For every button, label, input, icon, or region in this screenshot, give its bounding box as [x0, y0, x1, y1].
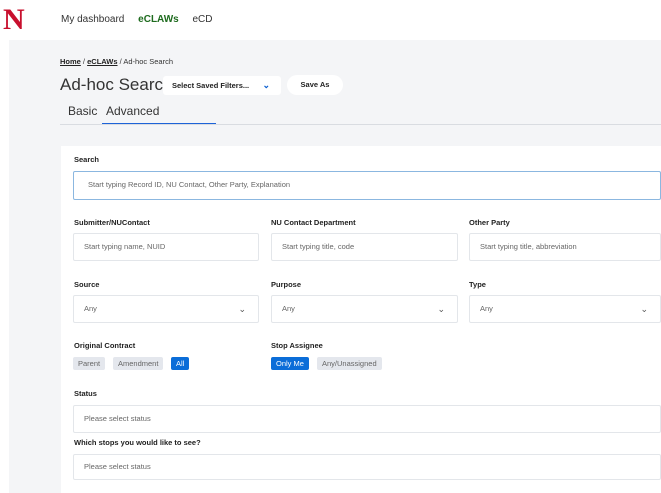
chevron-down-icon: ⌄: [238, 304, 246, 314]
breadcrumb-home[interactable]: Home: [60, 57, 81, 66]
original-contract-label: Original Contract: [74, 341, 136, 350]
department-input[interactable]: Start typing title, code: [271, 233, 458, 261]
type-select[interactable]: Any ⌄: [469, 295, 661, 323]
breadcrumb: Home / eCLAWs / Ad-hoc Search: [60, 57, 173, 66]
chevron-down-icon: ⌄: [437, 304, 445, 314]
stops-label: Which stops you would like to see?: [74, 438, 201, 447]
nav-eclaws[interactable]: eCLAWs: [138, 14, 179, 25]
chevron-down-icon: ⌄: [640, 304, 648, 314]
status-label: Status: [74, 389, 97, 398]
breadcrumb-eclaws[interactable]: eCLAWs: [87, 57, 117, 66]
submitter-label: Submitter/NUContact: [74, 218, 150, 227]
search-input[interactable]: Start typing Record ID, NU Contact, Othe…: [73, 171, 661, 200]
logo[interactable]: N: [3, 5, 25, 35]
stop-assignee-option-any-unassigned[interactable]: Any/Unassigned: [317, 357, 382, 370]
original-contract-option-amendment[interactable]: Amendment: [113, 357, 164, 370]
stops-select[interactable]: Please select status: [73, 454, 661, 480]
other-party-input[interactable]: Start typing title, abbreviation: [469, 233, 661, 261]
purpose-value: Any: [282, 304, 295, 313]
nav-my-dashboard[interactable]: My dashboard: [61, 14, 124, 25]
tab-advanced[interactable]: Advanced: [106, 104, 159, 118]
type-value: Any: [480, 304, 493, 313]
type-label: Type: [469, 280, 486, 289]
source-label: Source: [74, 280, 100, 289]
top-bar: N My dashboard eCLAWs eCD: [0, 0, 661, 40]
original-contract-option-all[interactable]: All: [171, 357, 190, 370]
search-label: Search: [74, 155, 100, 164]
nav-ecd[interactable]: eCD: [193, 14, 213, 25]
chevron-down-icon: ⌄: [262, 80, 270, 90]
source-value: Any: [84, 304, 97, 313]
purpose-label: Purpose: [271, 280, 302, 289]
search-form-card: Search Start typing Record ID, NU Contac…: [61, 146, 661, 493]
submitter-input[interactable]: Start typing name, NUID: [73, 233, 259, 261]
page-title: Ad-hoc Search: [60, 75, 173, 94]
breadcrumb-current: Ad-hoc Search: [123, 57, 173, 66]
source-select[interactable]: Any ⌄: [73, 295, 259, 323]
stop-assignee-option-only-me[interactable]: Only Me: [271, 357, 309, 370]
saved-filters-label: Select Saved Filters...: [172, 81, 250, 90]
status-select[interactable]: Please select status: [73, 405, 661, 433]
saved-filters-dropdown[interactable]: Select Saved Filters... ⌄: [163, 76, 281, 95]
top-nav: My dashboard eCLAWs eCD: [61, 14, 224, 25]
original-contract-option-parent[interactable]: Parent: [73, 357, 106, 370]
other-party-label: Other Party: [469, 218, 510, 227]
tab-basic[interactable]: Basic: [68, 104, 97, 118]
department-label: NU Contact Department: [271, 218, 356, 227]
stop-assignee-label: Stop Assignee: [271, 341, 323, 350]
save-as-button[interactable]: Save As: [287, 75, 343, 95]
tabs-divider: [60, 124, 661, 125]
purpose-select[interactable]: Any ⌄: [271, 295, 458, 323]
left-strip: [0, 40, 9, 493]
main-content: Home / eCLAWs / Ad-hoc Search Ad-hoc Sea…: [9, 40, 661, 493]
